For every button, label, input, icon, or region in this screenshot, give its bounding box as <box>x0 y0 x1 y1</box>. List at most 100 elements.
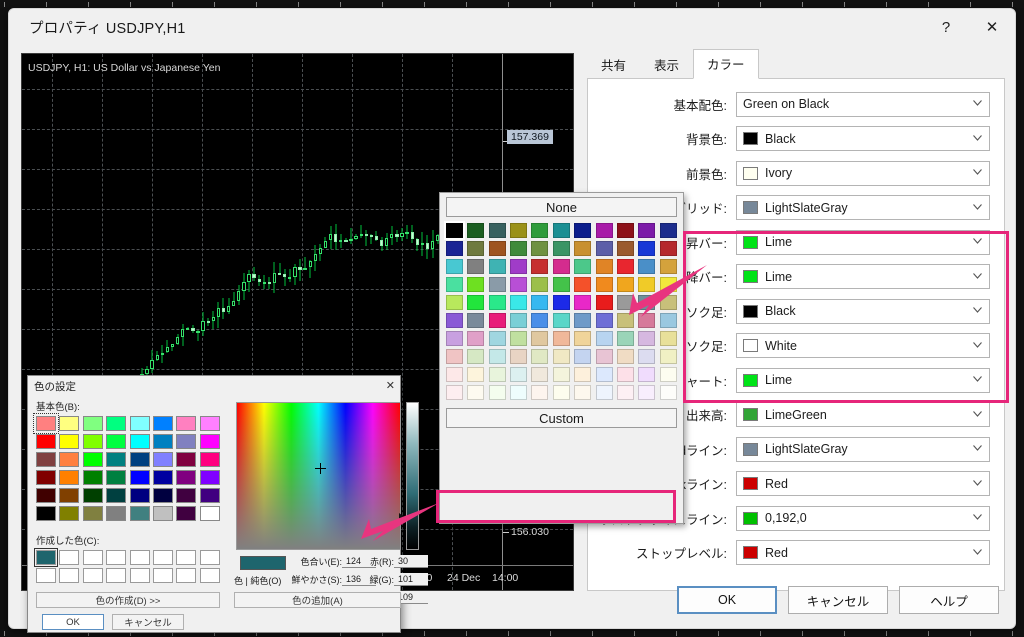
palette-cell[interactable] <box>617 241 634 256</box>
color-dialog-close-icon[interactable]: ✕ <box>386 379 395 392</box>
custom-color-cell[interactable] <box>130 550 150 565</box>
palette-cell[interactable] <box>446 259 463 274</box>
basic-color-cell[interactable] <box>153 488 173 503</box>
palette-cell[interactable] <box>489 331 506 346</box>
palette-cell[interactable] <box>489 295 506 310</box>
basic-color-cell[interactable] <box>176 434 196 449</box>
basic-color-cell[interactable] <box>36 506 56 521</box>
palette-cell[interactable] <box>617 223 634 238</box>
basic-color-cell[interactable] <box>130 452 150 467</box>
palette-cell[interactable] <box>638 259 655 274</box>
palette-cell[interactable] <box>467 349 484 364</box>
palette-cell[interactable] <box>467 295 484 310</box>
palette-cell[interactable] <box>617 295 634 310</box>
field-combobox[interactable]: Lime <box>736 264 990 289</box>
palette-cell[interactable] <box>446 241 463 256</box>
palette-cell[interactable] <box>510 223 527 238</box>
basic-color-cell[interactable] <box>59 416 79 431</box>
custom-color-cell[interactable] <box>176 568 196 583</box>
palette-cell[interactable] <box>510 259 527 274</box>
custom-color-cell[interactable] <box>59 568 79 583</box>
palette-cell[interactable] <box>489 385 506 400</box>
palette-cell[interactable] <box>553 277 570 292</box>
basic-color-cell[interactable] <box>130 416 150 431</box>
basic-color-cell[interactable] <box>176 506 196 521</box>
field-combobox[interactable]: Green on Black <box>736 92 990 117</box>
basic-color-cell[interactable] <box>59 488 79 503</box>
palette-cell[interactable] <box>553 385 570 400</box>
custom-color-cell[interactable] <box>153 550 173 565</box>
basic-color-cell[interactable] <box>200 452 220 467</box>
palette-cell[interactable] <box>574 349 591 364</box>
color-palette-popup[interactable]: None Custom <box>439 192 684 524</box>
palette-cell[interactable] <box>574 241 591 256</box>
palette-cell[interactable] <box>531 349 548 364</box>
custom-color-cell[interactable] <box>200 568 220 583</box>
basic-color-cell[interactable] <box>176 488 196 503</box>
palette-cell[interactable] <box>574 259 591 274</box>
palette-cell[interactable] <box>510 295 527 310</box>
basic-color-cell[interactable] <box>200 434 220 449</box>
custom-color-cell[interactable] <box>106 550 126 565</box>
custom-color-cell[interactable] <box>176 550 196 565</box>
palette-cell[interactable] <box>553 259 570 274</box>
basic-color-cell[interactable] <box>36 416 56 431</box>
basic-color-cell[interactable] <box>153 506 173 521</box>
palette-cell[interactable] <box>467 259 484 274</box>
basic-color-cell[interactable] <box>130 434 150 449</box>
palette-cell[interactable] <box>467 241 484 256</box>
palette-cell[interactable] <box>617 313 634 328</box>
tab-0[interactable]: 共有 <box>587 50 640 79</box>
dialog-button-2[interactable]: ヘルプ <box>899 586 999 614</box>
basic-color-cell[interactable] <box>106 470 126 485</box>
palette-cell[interactable] <box>660 331 677 346</box>
luminance-slider[interactable] <box>406 402 419 550</box>
palette-cell[interactable] <box>446 349 463 364</box>
color-spectrum-picker[interactable] <box>236 402 401 550</box>
tab-2[interactable]: カラー <box>693 49 759 79</box>
palette-cell[interactable] <box>446 385 463 400</box>
basic-color-cell[interactable] <box>200 470 220 485</box>
palette-cell[interactable] <box>553 349 570 364</box>
palette-cell[interactable] <box>489 223 506 238</box>
palette-cell[interactable] <box>660 349 677 364</box>
palette-cell[interactable] <box>660 277 677 292</box>
palette-cell[interactable] <box>638 385 655 400</box>
palette-cell[interactable] <box>638 349 655 364</box>
palette-cell[interactable] <box>660 241 677 256</box>
palette-cell[interactable] <box>467 223 484 238</box>
custom-color-cell[interactable] <box>83 550 103 565</box>
palette-cell[interactable] <box>510 349 527 364</box>
basic-color-cell[interactable] <box>36 434 56 449</box>
palette-cell[interactable] <box>510 241 527 256</box>
palette-cell[interactable] <box>510 277 527 292</box>
basic-color-cell[interactable] <box>36 488 56 503</box>
field-combobox[interactable]: Black <box>736 126 990 151</box>
palette-cell[interactable] <box>467 385 484 400</box>
basic-color-cell[interactable] <box>176 470 196 485</box>
field-combobox[interactable]: Red <box>736 471 990 496</box>
palette-cell[interactable] <box>531 313 548 328</box>
dialog-button-0[interactable]: OK <box>677 586 777 614</box>
palette-cell[interactable] <box>531 295 548 310</box>
palette-cell[interactable] <box>596 277 613 292</box>
palette-cell[interactable] <box>467 277 484 292</box>
basic-color-cell[interactable] <box>83 452 103 467</box>
palette-cell[interactable] <box>553 295 570 310</box>
palette-cell[interactable] <box>489 277 506 292</box>
palette-cell[interactable] <box>660 259 677 274</box>
basic-color-cell[interactable] <box>200 416 220 431</box>
palette-cell[interactable] <box>467 313 484 328</box>
palette-cell[interactable] <box>638 367 655 382</box>
palette-cell[interactable] <box>531 385 548 400</box>
palette-cell[interactable] <box>531 259 548 274</box>
palette-cell[interactable] <box>446 295 463 310</box>
basic-color-cell[interactable] <box>83 470 103 485</box>
basic-color-cell[interactable] <box>153 452 173 467</box>
palette-cell[interactable] <box>510 385 527 400</box>
palette-cell[interactable] <box>531 241 548 256</box>
palette-cell[interactable] <box>553 223 570 238</box>
palette-cell[interactable] <box>638 241 655 256</box>
field-combobox[interactable]: Ivory <box>736 161 990 186</box>
palette-cell[interactable] <box>638 295 655 310</box>
